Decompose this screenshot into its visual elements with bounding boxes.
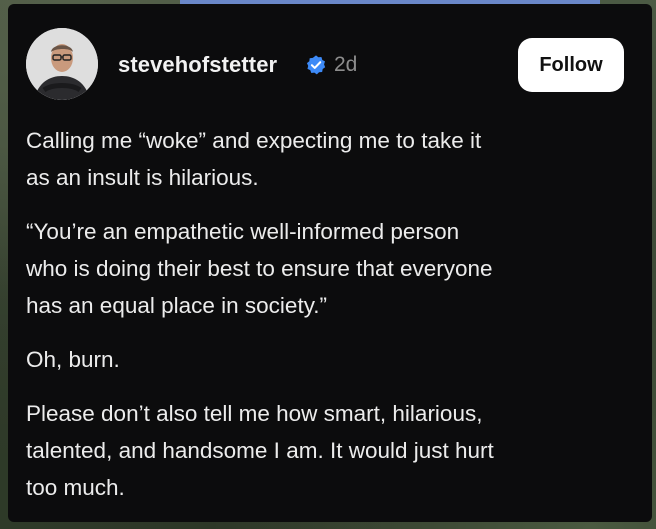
post-text-line: Please don’t also tell me how smart, hil… bbox=[26, 401, 483, 426]
avatar-image bbox=[26, 28, 98, 100]
post-text-line: talented, and handsome I am. It would ju… bbox=[26, 438, 494, 463]
post-text-line: Calling me “woke” and expecting me to ta… bbox=[26, 128, 482, 153]
post-paragraph: Calling me “woke” and expecting me to ta… bbox=[26, 122, 626, 196]
follow-button[interactable]: Follow bbox=[518, 38, 624, 92]
post-paragraph: “You’re an empathetic well-informed pers… bbox=[26, 213, 626, 324]
post-text-line: too much. bbox=[26, 475, 125, 500]
avatar[interactable] bbox=[26, 28, 98, 100]
post-text-line: has an equal place in society.” bbox=[26, 293, 328, 318]
post-body: Calling me “woke” and expecting me to ta… bbox=[26, 122, 626, 523]
post-text-line: as an insult is hilarious. bbox=[26, 165, 259, 190]
verified-badge-icon bbox=[306, 55, 326, 75]
username[interactable]: stevehofstetter bbox=[118, 52, 277, 78]
post-paragraph: Please don’t also tell me how smart, hil… bbox=[26, 395, 626, 506]
post-text-line: “You’re an empathetic well-informed pers… bbox=[26, 219, 460, 244]
post-card: stevehofstetter 2d Follow Calling me “wo… bbox=[8, 4, 652, 522]
post-timestamp: 2d bbox=[334, 53, 358, 76]
post-paragraph: Oh, burn. bbox=[26, 341, 626, 378]
post-text-line: who is doing their best to ensure that e… bbox=[26, 256, 493, 281]
post-text-line: Oh, burn. bbox=[26, 347, 120, 372]
